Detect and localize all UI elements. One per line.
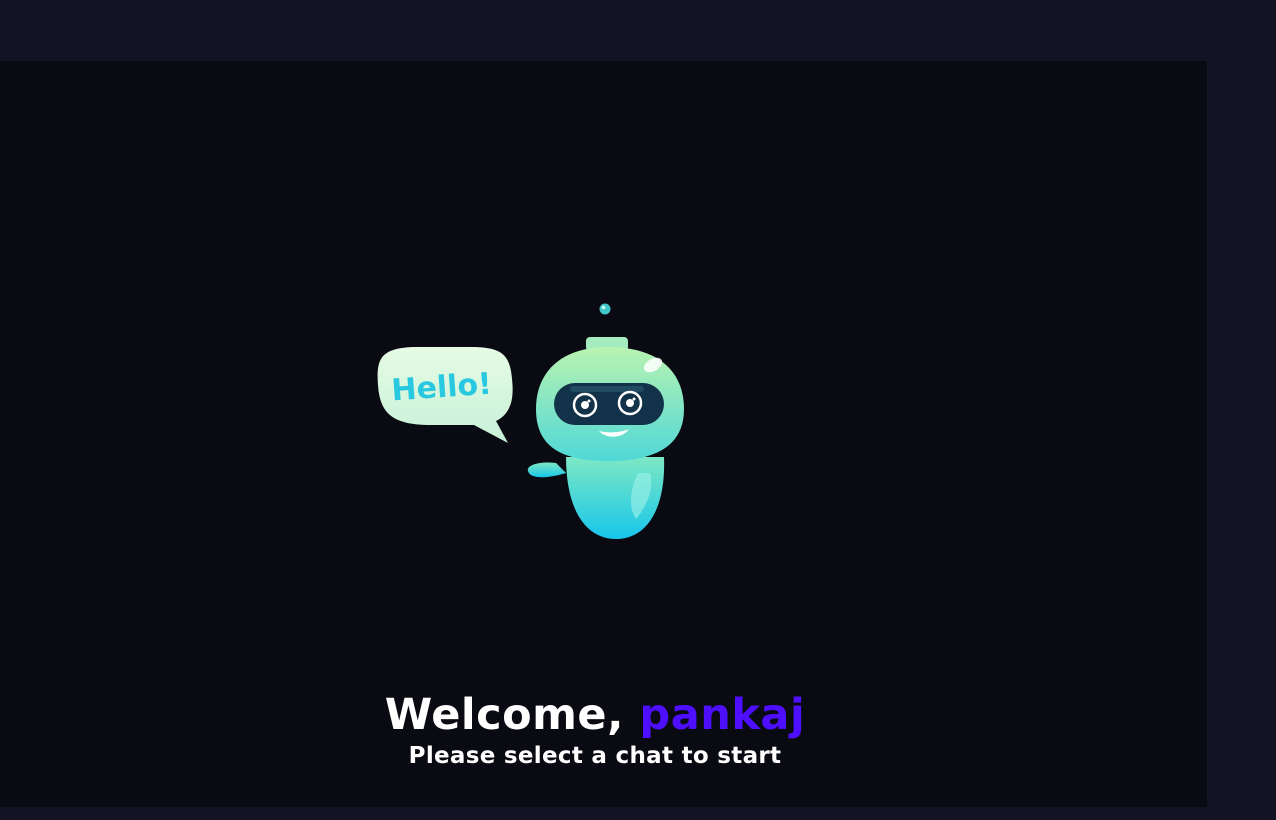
speech-bubble-text: Hello! [390, 367, 493, 409]
welcome-section: Welcome, pankaj Please select a chat to … [0, 689, 1190, 771]
welcome-subtitle: Please select a chat to start [408, 743, 782, 769]
welcome-heading: Welcome, pankaj [0, 689, 1190, 741]
app-frame: Hello! Welcome, pankaj Please select a c… [0, 0, 1276, 820]
chat-container: Hello! Welcome, pankaj Please select a c… [0, 61, 1207, 807]
antenna-light [599, 303, 611, 315]
welcome-greeting: Welcome, [384, 690, 624, 740]
speech-bubble: Hello! [377, 347, 513, 443]
robot-icon: Hello! [377, 303, 684, 539]
robot-illustration: Hello! [370, 293, 700, 548]
welcome-username: pankaj [639, 690, 806, 740]
